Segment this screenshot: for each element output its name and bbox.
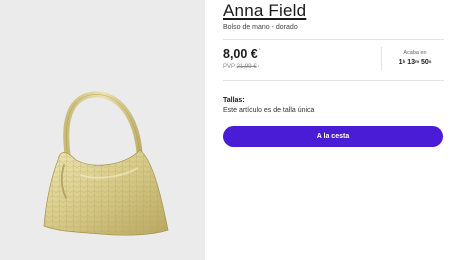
- vertical-divider: [381, 47, 382, 71]
- size-info: Este artículo es de talla única: [223, 107, 315, 114]
- countdown-seconds: 50: [421, 59, 429, 66]
- gold-handbag-image: [43, 91, 169, 236]
- product-image[interactable]: [0, 0, 205, 260]
- rrp-value: 21,99 €: [236, 64, 257, 70]
- rrp-footnote-marker[interactable]: ¹: [258, 64, 260, 70]
- countdown-hours-unit: h: [402, 59, 406, 64]
- price-footnote-marker[interactable]: ¹: [259, 47, 261, 53]
- product-description: Bolso de mano - dorado: [223, 24, 298, 31]
- countdown-minutes-unit: m: [415, 59, 420, 64]
- brand-link[interactable]: Anna Field: [223, 1, 306, 21]
- countdown-timer: 1h 13m 50s: [387, 59, 443, 66]
- rrp-prefix: PVP: [223, 64, 235, 70]
- price-block: 8,00 €¹ PVP 21,99 €¹: [223, 47, 260, 70]
- divider: [223, 80, 444, 81]
- recommended-price: PVP 21,99 €¹: [223, 64, 260, 70]
- current-price: 8,00 €¹: [223, 47, 260, 61]
- countdown-seconds-unit: s: [428, 59, 432, 64]
- size-label: Tallas:: [223, 97, 245, 104]
- divider: [223, 39, 444, 40]
- sale-countdown: Acaba en 1h 13m 50s: [387, 50, 443, 66]
- price-value: 8,00 €: [223, 47, 258, 61]
- countdown-label: Acaba en: [403, 50, 427, 56]
- countdown-minutes: 13: [407, 59, 416, 66]
- add-to-cart-button[interactable]: A la cesta: [223, 126, 443, 147]
- product-info-panel: Anna Field Bolso de mano - dorado 8,00 €…: [223, 0, 445, 260]
